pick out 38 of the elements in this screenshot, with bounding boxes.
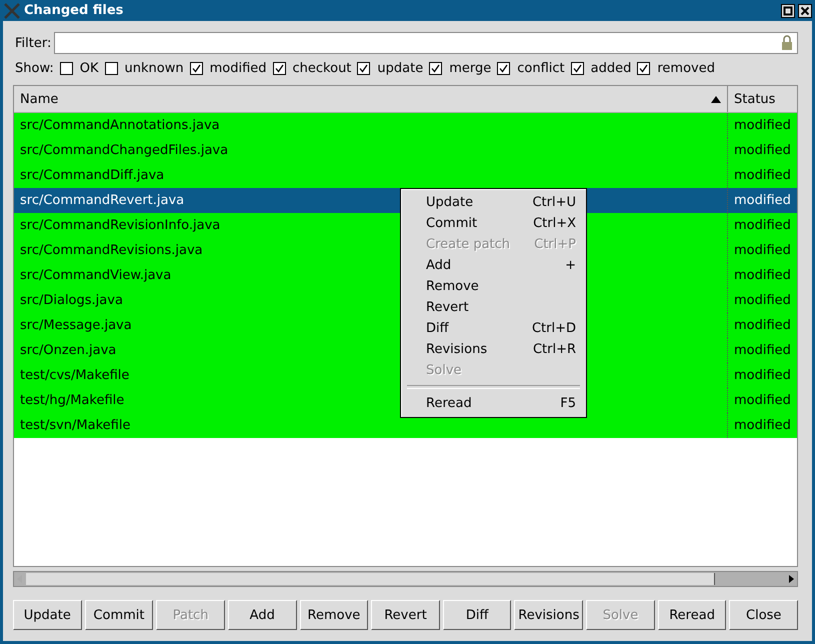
file-name: src/CommandRevisions.java (20, 243, 203, 258)
checkbox-label: added (590, 60, 632, 76)
file-name: src/Message.java (20, 318, 132, 333)
checkbox-label: update (377, 60, 424, 76)
file-status: modified (734, 368, 791, 383)
file-name: test/hg/Makefile (20, 393, 124, 408)
checkbox-label: conflict (517, 60, 565, 76)
show-label: Show: (15, 60, 54, 76)
file-status: modified (734, 293, 791, 308)
file-name: src/CommandRevert.java (20, 193, 184, 208)
file-status: modified (734, 418, 791, 433)
checkbox-label: modified (210, 60, 267, 76)
file-status: modified (734, 243, 791, 258)
file-status: modified (734, 168, 791, 183)
file-status: modified (734, 393, 791, 408)
file-name: test/svn/Makefile (20, 418, 130, 433)
file-name: src/CommandDiff.java (20, 168, 164, 183)
file-status: modified (734, 318, 791, 333)
file-status: modified (734, 193, 791, 208)
filter-label: Filter: (15, 36, 52, 50)
checkbox-label: OK (80, 60, 99, 76)
file-status: modified (734, 268, 791, 283)
file-name: src/Onzen.java (20, 343, 116, 358)
file-status: modified (734, 218, 791, 233)
checkbox-label: merge (449, 60, 492, 76)
file-name: src/CommandRevisionInfo.java (20, 218, 220, 233)
file-status: modified (734, 118, 791, 133)
window-title: Changed files (24, 3, 124, 18)
checkbox-label: removed (657, 60, 715, 76)
file-name: src/CommandChangedFiles.java (20, 143, 228, 158)
file-status: modified (734, 143, 791, 158)
file-name: src/Dialogs.java (20, 293, 123, 308)
file-name: src/CommandAnnotations.java (20, 118, 220, 133)
file-name: test/cvs/Makefile (20, 368, 130, 383)
file-name: src/CommandView.java (20, 268, 172, 283)
file-status: modified (734, 343, 791, 358)
checkbox-label: checkout (292, 60, 352, 76)
checkbox-label: unknown (124, 60, 184, 76)
